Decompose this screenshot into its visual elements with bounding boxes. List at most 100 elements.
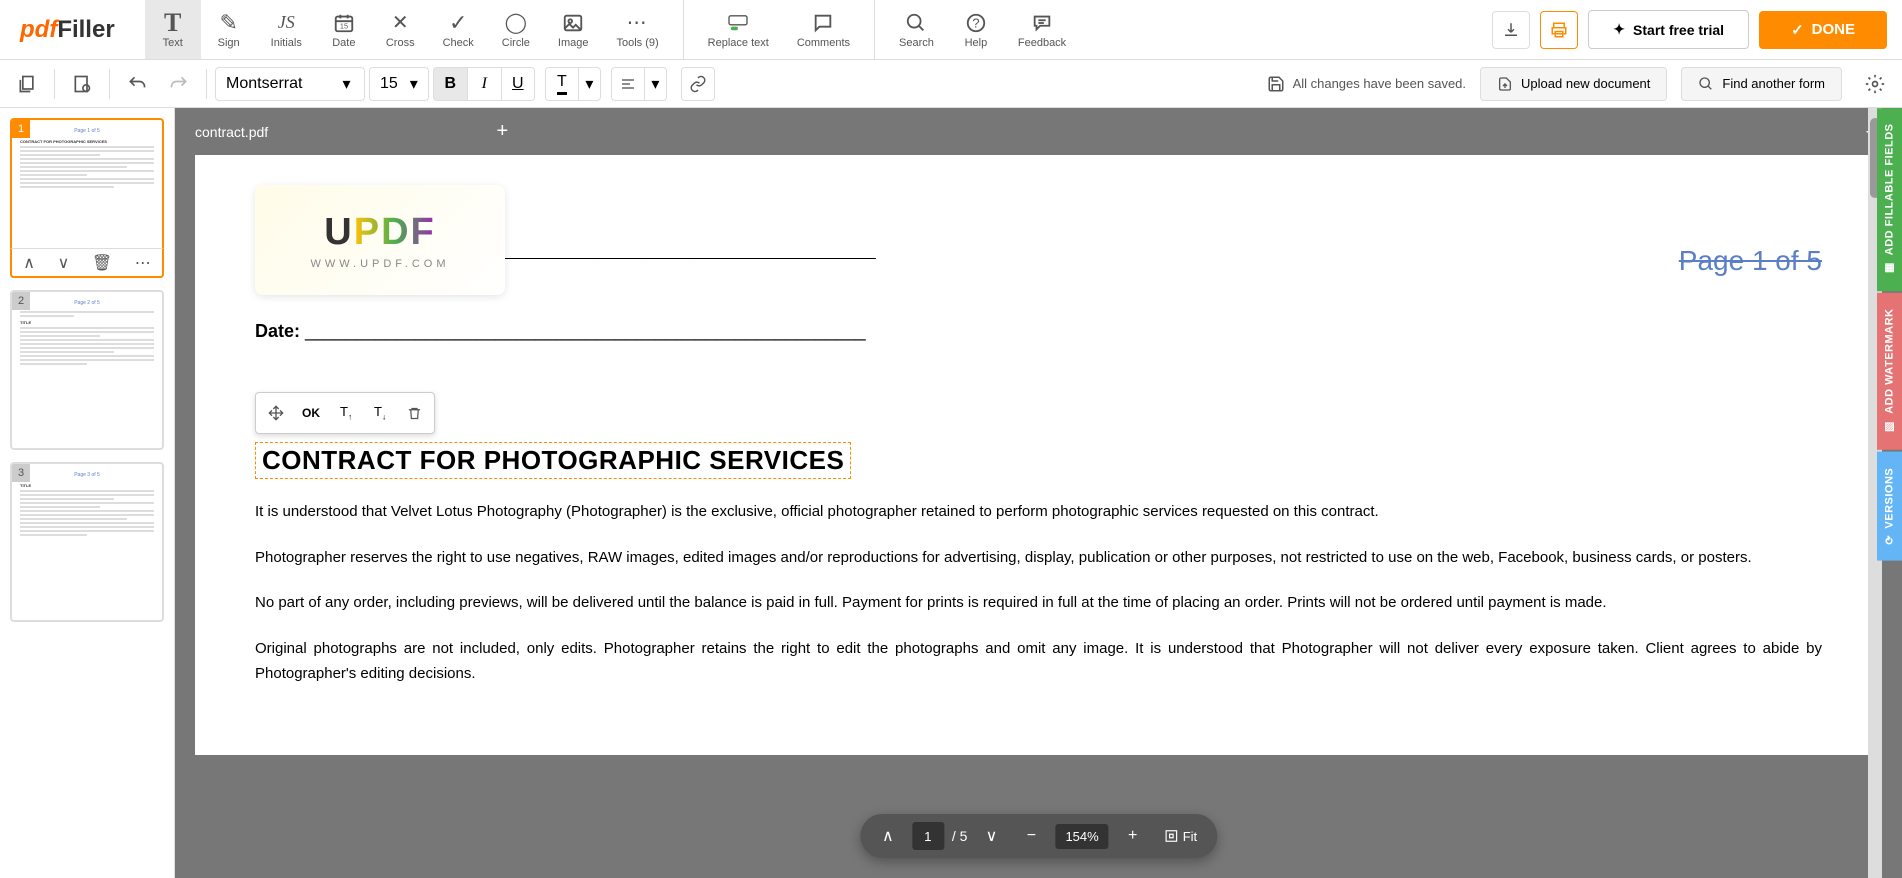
document-filename: contract.pdf	[195, 124, 268, 140]
image-tool[interactable]: Image	[544, 0, 603, 59]
pages-icon	[17, 74, 37, 94]
date-line: Date: __________________________________…	[255, 321, 1822, 342]
chevron-down-icon: ▾	[410, 74, 418, 94]
done-button[interactable]: ✓ DONE	[1759, 11, 1887, 49]
bold-button[interactable]: B	[433, 67, 467, 101]
align-group: ▾	[611, 67, 667, 101]
replace-text-tool[interactable]: Replace text	[694, 0, 783, 59]
font-select[interactable]: Montserrat ▾	[215, 67, 365, 101]
thumbnail-2[interactable]: 2 Page 2 of 5 TITLE	[10, 290, 164, 450]
document-tab-bar: contract.pdf + ⋯	[175, 108, 1902, 155]
move-icon	[268, 405, 284, 421]
contract-title-editable[interactable]: CONTRACT FOR PHOTOGRAPHIC SERVICES	[255, 442, 851, 479]
gear-icon	[1865, 74, 1885, 94]
pages-panel-button[interactable]	[8, 65, 46, 103]
redo-button[interactable]	[160, 65, 198, 103]
versions-button[interactable]: ⟳ VERSIONS	[1877, 452, 1902, 561]
done-check-icon: ✓	[1791, 21, 1804, 39]
zoom-in-button[interactable]: +	[1117, 820, 1149, 852]
date-tool[interactable]: 15 Date	[316, 0, 372, 59]
watermark-logo: UPDF WWW.UPDF.COM	[255, 185, 505, 295]
paragraph-3: No part of any order, including previews…	[255, 590, 1822, 616]
format-group-2: T ▾	[545, 67, 601, 101]
search-icon	[905, 11, 927, 35]
text-color-button[interactable]: T	[545, 67, 579, 101]
align-dropdown[interactable]: ▾	[645, 67, 667, 101]
watermark-icon: ▨	[1883, 421, 1896, 435]
svg-text:?: ?	[972, 15, 979, 30]
ok-button[interactable]: OK	[294, 397, 328, 429]
link-icon	[689, 75, 707, 93]
size-select[interactable]: 15 ▾	[369, 67, 429, 101]
text-color-dropdown[interactable]: ▾	[579, 67, 601, 101]
increase-size-button[interactable]: T↑	[330, 397, 362, 429]
trash-icon	[407, 406, 422, 421]
next-page-button[interactable]: ∨	[975, 820, 1007, 852]
prev-page-button[interactable]: ∧	[872, 820, 904, 852]
text-icon: T	[164, 11, 181, 35]
save-icon	[1267, 75, 1285, 93]
top-toolbar: pdfFiller T Text ✎ Sign JS Initials 15 D…	[0, 0, 1902, 60]
feedback-tool[interactable]: Feedback	[1004, 0, 1080, 59]
add-tab-button[interactable]: +	[497, 120, 509, 143]
download-button[interactable]	[1492, 11, 1530, 49]
delete-text-button[interactable]	[398, 397, 430, 429]
contract-body: It is understood that Velvet Lotus Photo…	[255, 499, 1822, 687]
secondary-tools-group: Replace text Comments	[684, 0, 875, 59]
find-form-button[interactable]: Find another form	[1681, 67, 1842, 101]
zoom-out-button[interactable]: −	[1015, 820, 1047, 852]
comments-tool[interactable]: Comments	[783, 0, 864, 59]
font-name: Montserrat	[226, 75, 302, 93]
paragraph-1: It is understood that Velvet Lotus Photo…	[255, 499, 1822, 525]
undo-button[interactable]	[118, 65, 156, 103]
italic-button[interactable]: I	[467, 67, 501, 101]
page-canvas[interactable]: UPDF WWW.UPDF.COM Page 1 of 5 Cl _______…	[195, 155, 1882, 755]
add-fillable-fields-button[interactable]: ▦ ADD FILLABLE FIELDS	[1877, 108, 1902, 291]
thumb-up-button[interactable]: ∧	[23, 253, 35, 273]
thumb-delete-button[interactable]: 🗑	[92, 253, 112, 273]
format-toolbar: Montserrat ▾ 15 ▾ B I U T ▾ ▾ All change…	[0, 60, 1902, 108]
sign-icon: ✎	[219, 11, 237, 35]
initials-icon: JS	[278, 11, 295, 35]
link-button[interactable]	[681, 67, 715, 101]
print-button[interactable]	[1540, 11, 1578, 49]
upload-button[interactable]: Upload new document	[1480, 67, 1667, 101]
date-icon: 15	[333, 11, 355, 35]
help-tool[interactable]: ? Help	[948, 0, 1004, 59]
settings-button[interactable]	[1856, 65, 1894, 103]
paragraph-2: Photographer reserves the right to use n…	[255, 545, 1822, 571]
move-handle[interactable]	[260, 397, 292, 429]
fields-icon: ▦	[1883, 262, 1896, 276]
cross-tool[interactable]: ✕ Cross	[372, 0, 429, 59]
thumb-controls: ∧ ∨ 🗑 ⋯	[10, 248, 164, 278]
thumb-down-button[interactable]: ∨	[58, 253, 70, 273]
start-trial-button[interactable]: ✦ Start free trial	[1588, 10, 1749, 49]
sign-tool[interactable]: ✎ Sign	[201, 0, 257, 59]
more-tools[interactable]: ⋯ Tools (9)	[602, 0, 672, 59]
thumbnail-1[interactable]: 1 Page 1 of 5 CONTRACT FOR PHOTOGRAPHIC …	[10, 118, 164, 278]
decrease-size-button[interactable]: T↓	[364, 397, 396, 429]
main-tools-group: T Text ✎ Sign JS Initials 15 Date ✕ Cros…	[135, 0, 684, 59]
search-tool[interactable]: Search	[885, 0, 948, 59]
logo[interactable]: pdfFiller	[0, 16, 135, 44]
thumb-more-button[interactable]: ⋯	[135, 253, 151, 273]
page-input[interactable]	[912, 822, 944, 850]
chevron-down-icon: ▾	[342, 74, 350, 94]
align-button[interactable]	[611, 67, 645, 101]
underline-button[interactable]: U	[501, 67, 535, 101]
page-settings-button[interactable]	[63, 65, 101, 103]
thumbnail-3[interactable]: 3 Page 3 of 5 TITLE	[10, 462, 164, 622]
print-icon	[1550, 21, 1568, 39]
check-tool[interactable]: ✓ Check	[429, 0, 488, 59]
help-tools-group: Search ? Help Feedback	[875, 0, 1090, 59]
circle-tool[interactable]: ◯ Circle	[488, 0, 544, 59]
add-watermark-button[interactable]: ▨ ADD WATERMARK	[1877, 293, 1902, 450]
page-indicator: Page 1 of 5	[1679, 245, 1822, 277]
comments-icon	[812, 11, 834, 35]
page-gear-icon	[72, 74, 92, 94]
fit-button[interactable]: Fit	[1157, 825, 1205, 848]
image-icon	[562, 11, 584, 35]
check-icon: ✓	[449, 11, 467, 35]
text-tool[interactable]: T Text	[145, 0, 201, 59]
initials-tool[interactable]: JS Initials	[257, 0, 316, 59]
